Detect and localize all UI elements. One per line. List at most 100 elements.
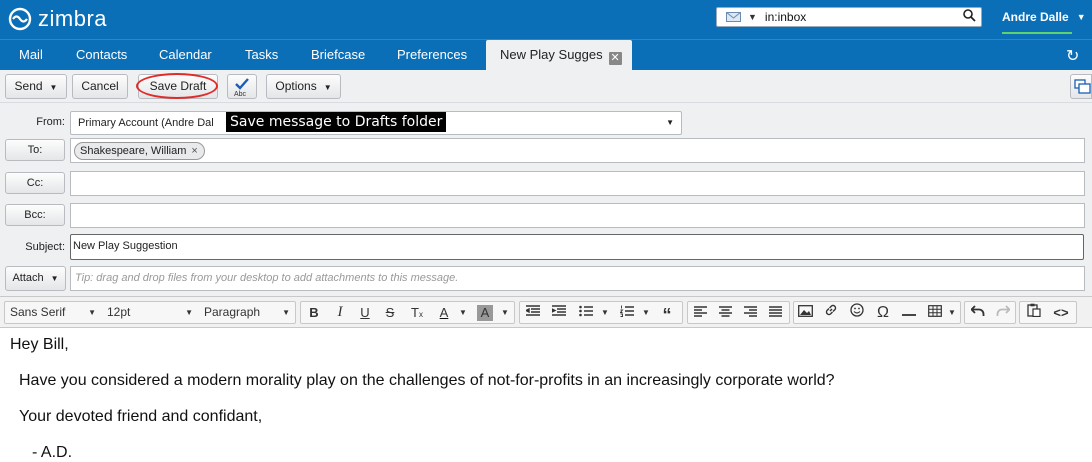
search-bar[interactable]: ▼ in:inbox [716, 7, 982, 27]
cc-button[interactable]: Cc: [5, 172, 65, 194]
send-chevron-down-icon[interactable]: ▼ [50, 83, 58, 92]
text-color-chevron-down-icon[interactable]: ▼ [459, 302, 467, 323]
block-format-value: Paragraph [204, 305, 261, 319]
send-button[interactable]: Send ▼ [5, 74, 67, 99]
body-line-signature: - A.D. [32, 444, 73, 461]
body-line-greeting: Hey Bill, [10, 336, 69, 353]
send-button-label: Send [14, 79, 43, 93]
text-style-group: B I U S Tx A ▼ A ▼ [300, 301, 515, 324]
special-character-icon[interactable]: Ω [874, 302, 892, 323]
strikethrough-icon[interactable]: S [381, 302, 399, 323]
insert-link-icon[interactable] [822, 302, 840, 323]
detach-window-button[interactable] [1070, 74, 1092, 99]
redo-icon[interactable] [993, 302, 1013, 323]
tools-group: <> [1019, 301, 1077, 324]
attach-button[interactable]: Attach ▼ [5, 266, 66, 291]
spell-check-button[interactable]: Abc [227, 74, 257, 99]
options-chevron-down-icon[interactable]: ▼ [324, 83, 332, 92]
search-icon[interactable] [963, 9, 976, 25]
subject-input[interactable]: New Play Suggestion [70, 234, 1084, 260]
emoticon-icon[interactable] [848, 302, 866, 323]
search-input[interactable]: in:inbox [765, 10, 963, 24]
message-body[interactable]: Hey Bill, Have you considered a modern m… [0, 328, 1092, 461]
options-button-label: Options [275, 79, 317, 93]
close-tab-icon[interactable]: ✕ [608, 52, 622, 65]
search-scope-chevron-down-icon[interactable]: ▼ [748, 12, 757, 22]
insert-image-icon[interactable] [796, 302, 814, 323]
tab-tasks[interactable]: Tasks [245, 40, 278, 70]
outdent-icon[interactable] [524, 302, 542, 323]
cancel-button[interactable]: Cancel [72, 74, 128, 99]
align-left-icon[interactable] [691, 302, 709, 323]
user-chevron-down-icon[interactable]: ▼ [1077, 12, 1086, 22]
cc-field[interactable] [70, 171, 1085, 196]
zimbra-logo[interactable]: zimbra [6, 5, 107, 33]
mail-envelope-icon[interactable] [726, 12, 741, 22]
font-family-chevron-down-icon[interactable]: ▼ [88, 302, 96, 323]
bullet-list-chevron-down-icon[interactable]: ▼ [601, 302, 609, 323]
options-button[interactable]: Options ▼ [266, 74, 341, 99]
recipient-chip[interactable]: Shakespeare, William × [74, 142, 205, 160]
tab-contacts[interactable]: Contacts [76, 40, 127, 70]
spell-check-icon: Abc [234, 78, 249, 98]
user-menu[interactable]: Andre Dalle ▼ [1002, 10, 1086, 34]
source-code-icon[interactable]: <> [1050, 302, 1072, 323]
refresh-icon[interactable]: ↻ [1066, 46, 1079, 66]
recipient-name: Shakespeare, William [80, 145, 187, 157]
block-format-chevron-down-icon[interactable]: ▼ [282, 302, 290, 323]
background-color-icon[interactable]: A [477, 305, 493, 321]
detach-window-icon [1074, 79, 1091, 94]
numbered-list-icon[interactable] [618, 302, 636, 323]
undo-icon[interactable] [968, 302, 988, 323]
alignment-group [687, 301, 790, 324]
insert-group: Ω ▼ [793, 301, 961, 324]
align-justify-icon[interactable] [766, 302, 784, 323]
indent-icon[interactable] [550, 302, 568, 323]
background-color-chevron-down-icon[interactable]: ▼ [501, 302, 509, 323]
app-tab-bar: Mail Contacts Calendar Tasks Briefcase P… [0, 39, 1092, 70]
tab-compose-label: New Play Sugges [500, 47, 603, 62]
subject-label: Subject: [25, 241, 65, 253]
horizontal-rule-icon[interactable] [900, 302, 918, 323]
font-size-select[interactable]: 12pt ▼ [102, 302, 198, 323]
zimbra-logo-icon [8, 7, 32, 31]
logo-text: zimbra [38, 6, 108, 31]
underline-icon[interactable]: U [356, 302, 374, 323]
align-right-icon[interactable] [741, 302, 759, 323]
body-line-closing: Your devoted friend and confidant, [19, 408, 263, 425]
remove-recipient-icon[interactable]: × [191, 145, 197, 157]
bcc-field[interactable] [70, 203, 1085, 228]
clear-formatting-icon[interactable]: Tx [407, 302, 427, 323]
tab-preferences[interactable]: Preferences [397, 40, 467, 70]
to-button[interactable]: To: [5, 139, 65, 161]
insert-table-chevron-down-icon[interactable]: ▼ [948, 302, 956, 323]
font-size-value: 12pt [107, 305, 131, 319]
attach-chevron-down-icon[interactable]: ▼ [51, 274, 59, 283]
bold-icon[interactable]: B [305, 302, 323, 323]
blockquote-icon[interactable]: “ [658, 302, 676, 325]
tab-calendar[interactable]: Calendar [159, 40, 212, 70]
italic-icon[interactable]: I [331, 302, 349, 323]
bullet-list-icon[interactable] [577, 302, 595, 323]
tab-compose-active[interactable]: New Play Sugges ✕ [486, 40, 632, 70]
top-header: zimbra ▼ in:inbox Andre Dalle ▼ [0, 0, 1092, 39]
to-field[interactable]: Shakespeare, William × [70, 138, 1085, 163]
attachment-drop-zone[interactable]: Tip: drag and drop files from your deskt… [70, 266, 1085, 291]
block-format-select[interactable]: Paragraph ▼ [199, 302, 295, 323]
bcc-button[interactable]: Bcc: [5, 204, 65, 226]
font-family-select[interactable]: Sans Serif ▼ [5, 302, 101, 323]
save-draft-button[interactable]: Save Draft [138, 74, 218, 99]
numbered-list-chevron-down-icon[interactable]: ▼ [642, 302, 650, 323]
editor-toolbar: Sans Serif ▼ 12pt ▼ Paragraph ▼ B I U S Tx … [0, 296, 1092, 328]
insert-table-icon[interactable] [926, 302, 944, 323]
compose-toolbar: Send ▼ Cancel Save Draft Abc Options ▼ [0, 70, 1092, 103]
align-center-icon[interactable] [716, 302, 734, 323]
tab-briefcase[interactable]: Briefcase [311, 40, 365, 70]
tab-mail[interactable]: Mail [19, 40, 43, 70]
from-chevron-down-icon[interactable]: ▼ [666, 112, 674, 134]
paste-icon[interactable] [1024, 302, 1044, 323]
compose-form: From: Primary Account (Andre Dal ▼ To: S… [0, 103, 1092, 296]
font-size-chevron-down-icon[interactable]: ▼ [185, 302, 193, 323]
user-underline [1002, 32, 1072, 34]
text-color-icon[interactable]: A [435, 302, 453, 323]
